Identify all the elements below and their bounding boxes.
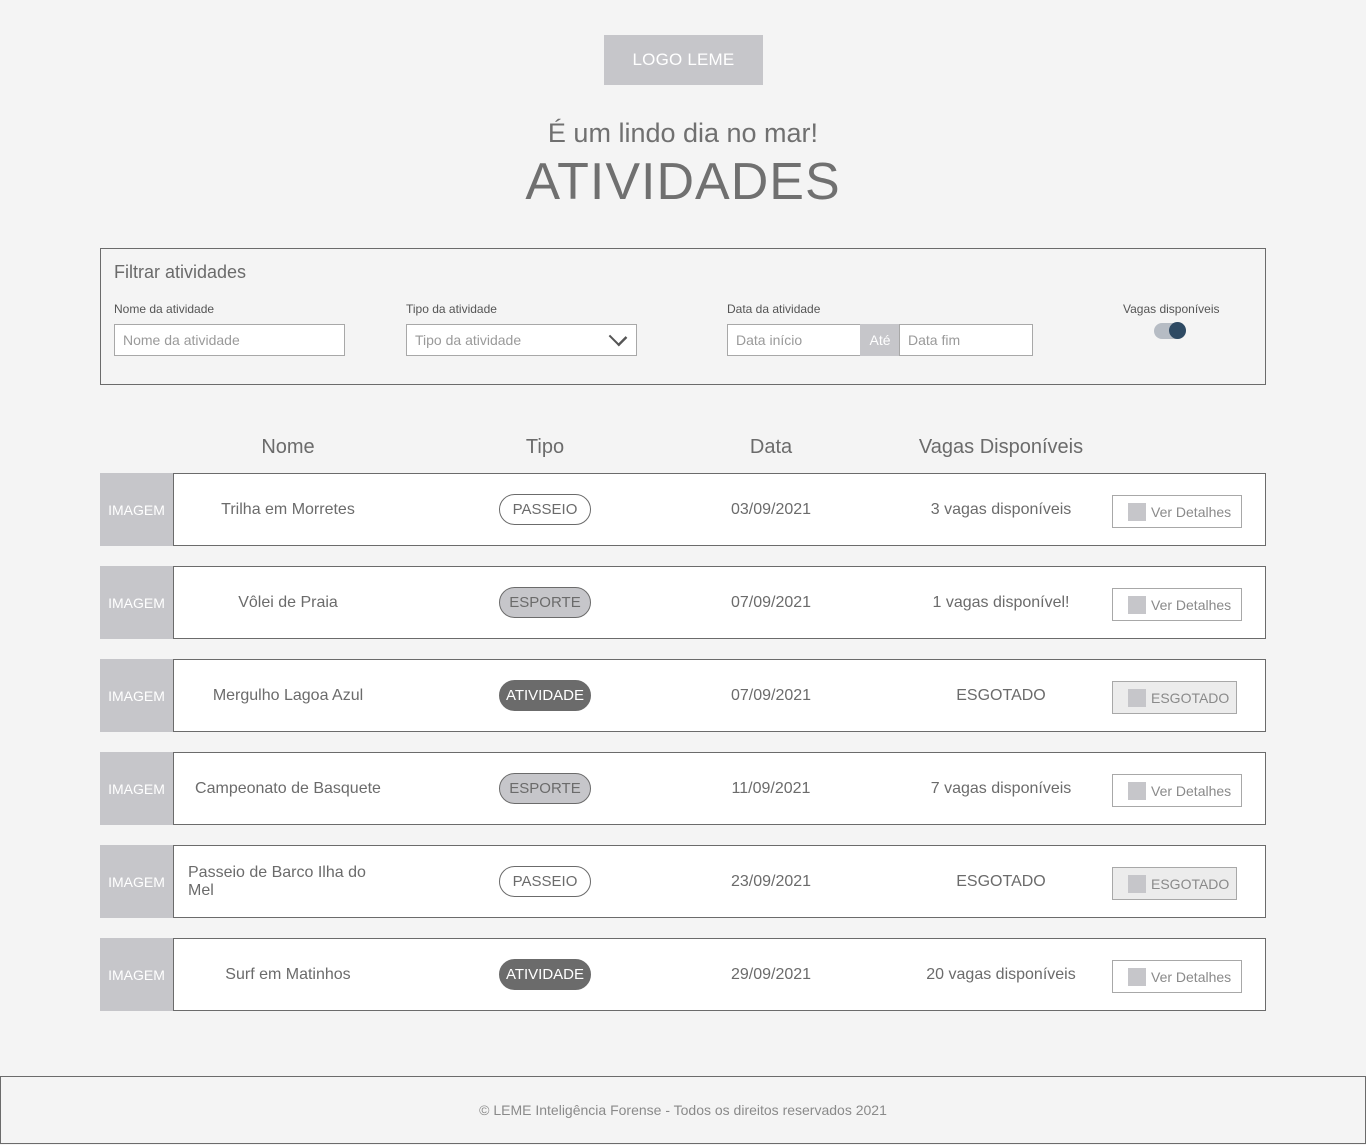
activity-type-badge: PASSEIO: [499, 494, 591, 525]
button-label: Ver Detalhes: [1151, 503, 1232, 520]
activity-name: Passeio de Barco Ilha do Mel: [188, 863, 366, 899]
activity-vacancies: ESGOTADO: [956, 686, 1046, 704]
activity-type-cell: ESPORTE: [445, 753, 645, 824]
activity-type-badge: ESPORTE: [499, 587, 591, 618]
activity-name: Mergulho Lagoa Azul: [212, 686, 364, 704]
activity-vacancies: 3 vagas disponíveis: [930, 500, 1072, 518]
name-filter-label: Nome da atividade: [114, 302, 215, 316]
table-row: IMAGEM Trilha em Morretes PASSEIO 03/09/202…: [100, 473, 1266, 546]
activity-image: IMAGEM: [100, 845, 173, 918]
column-header-type: Tipo: [525, 436, 565, 458]
vacancies-filter-label: Vagas disponíveis: [1123, 302, 1220, 316]
activity-name: Vôlei de Praia: [238, 593, 338, 611]
row-card: Surf em Matinhos ATIVIDADE 29/09/2021 20 va…: [173, 938, 1266, 1011]
footer-text: © LEME Inteligência Forense - Todos os d…: [479, 1102, 887, 1118]
activity-name: Surf em Matinhos: [225, 965, 351, 983]
row-card: Vôlei de Praia ESPORTE 07/09/2021 1 vagas d…: [173, 566, 1266, 639]
greeting-text: É um lindo dia no mar!: [547, 118, 819, 148]
activity-image: IMAGEM: [100, 752, 173, 825]
activity-date: 07/09/2021: [730, 686, 812, 704]
button-square-icon: [1128, 874, 1146, 893]
activity-type-badge: ATIVIDADE: [499, 959, 591, 990]
table-row: IMAGEM Mergulho Lagoa Azul ATIVIDADE 07/09/…: [100, 659, 1266, 732]
row-card: Trilha em Morretes PASSEIO 03/09/2021 3 vag…: [173, 473, 1266, 546]
button-label: ESGOTADO: [1151, 689, 1230, 706]
view-details-button[interactable]: Ver Detalhes: [1112, 960, 1242, 993]
activity-type-cell: ESPORTE: [445, 567, 645, 638]
button-square-icon: [1128, 688, 1146, 707]
date-start-input[interactable]: Data início: [727, 324, 861, 356]
sold-out-button[interactable]: ESGOTADO: [1112, 867, 1237, 900]
activity-image: IMAGEM: [100, 659, 173, 732]
row-card: Passeio de Barco Ilha do Mel PASSEIO 23/09…: [173, 845, 1266, 918]
row-card: Mergulho Lagoa Azul ATIVIDADE 07/09/2021 ES…: [173, 659, 1266, 732]
button-square-icon: [1128, 502, 1146, 521]
activity-type-badge: ATIVIDADE: [499, 680, 591, 711]
view-details-button[interactable]: Ver Detalhes: [1112, 588, 1242, 621]
vacancies-toggle[interactable]: [1154, 322, 1186, 339]
name-filter-input[interactable]: Nome da atividade: [114, 324, 345, 356]
activity-image: IMAGEM: [100, 473, 173, 546]
table-row: IMAGEM Surf em Matinhos ATIVIDADE 29/09/202…: [100, 938, 1266, 1011]
table-row: IMAGEM Vôlei de Praia ESPORTE 07/09/2021 1 v…: [100, 566, 1266, 639]
activity-image: IMAGEM: [100, 566, 173, 639]
type-filter-select[interactable]: Tipo da atividade: [406, 324, 637, 356]
button-label: Ver Detalhes: [1151, 782, 1232, 799]
filter-panel: Filtrar atividades Nome da atividade Nom…: [100, 248, 1266, 385]
activity-vacancies: ESGOTADO: [956, 872, 1046, 890]
activity-type-badge: PASSEIO: [499, 866, 591, 897]
button-square-icon: [1128, 967, 1146, 986]
button-square-icon: [1128, 595, 1146, 614]
column-header-vacancies: Vagas Disponíveis: [918, 436, 1084, 458]
footer: © LEME Inteligência Forense - Todos os d…: [0, 1076, 1366, 1144]
activity-name: Campeonato de Basquete: [195, 779, 381, 797]
activity-vacancies: 20 vagas disponíveis: [926, 965, 1076, 983]
button-label: Ver Detalhes: [1151, 596, 1232, 613]
type-filter-label: Tipo da atividade: [406, 302, 497, 316]
activity-image: IMAGEM: [100, 938, 173, 1011]
button-square-icon: [1128, 781, 1146, 800]
date-range-separator: Até: [860, 324, 900, 356]
logo: LOGO LEME: [604, 35, 763, 85]
activity-date: 11/09/2021: [731, 779, 811, 797]
activity-type-cell: ATIVIDADE: [445, 939, 645, 1010]
activity-name: Trilha em Morretes: [221, 500, 355, 518]
date-filter-label: Data da atividade: [727, 302, 821, 316]
activity-type-cell: PASSEIO: [445, 846, 645, 917]
toggle-knob: [1169, 322, 1186, 339]
sold-out-button[interactable]: ESGOTADO: [1112, 681, 1237, 714]
activity-date: 03/09/2021: [730, 500, 812, 518]
column-header-name: Nome: [261, 436, 315, 458]
page-title: ATIVIDADES: [525, 153, 841, 211]
activity-date: 29/09/2021: [730, 965, 812, 983]
activity-date: 07/09/2021: [730, 593, 812, 611]
activity-date: 23/09/2021: [730, 872, 812, 890]
date-end-input[interactable]: Data fim: [899, 324, 1033, 356]
view-details-button[interactable]: Ver Detalhes: [1112, 495, 1242, 528]
activity-vacancies: 7 vagas disponíveis: [930, 779, 1072, 797]
table-row: IMAGEM Passeio de Barco Ilha do Mel PASSEI…: [100, 845, 1266, 918]
activity-type-cell: PASSEIO: [445, 474, 645, 545]
button-label: ESGOTADO: [1151, 875, 1230, 892]
column-header-date: Data: [749, 436, 793, 458]
table-row: IMAGEM Campeonato de Basquete ESPORTE 11/09…: [100, 752, 1266, 825]
filter-title: Filtrar atividades: [114, 262, 247, 282]
view-details-button[interactable]: Ver Detalhes: [1112, 774, 1242, 807]
row-card: Campeonato de Basquete ESPORTE 11/09/2021 7…: [173, 752, 1266, 825]
activity-type-badge: ESPORTE: [499, 773, 591, 804]
chevron-down-icon: [608, 327, 628, 347]
activity-vacancies: 1 vagas disponível!: [932, 593, 1070, 611]
activity-type-cell: ATIVIDADE: [445, 660, 645, 731]
button-label: Ver Detalhes: [1151, 968, 1232, 985]
type-filter-value: Tipo da atividade: [415, 332, 522, 348]
